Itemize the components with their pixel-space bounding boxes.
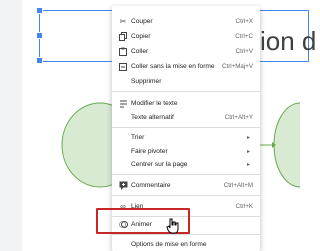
menu-item-coller[interactable]: Coller Ctrl+V — [112, 44, 260, 58]
scissors-icon: ✂ — [119, 16, 127, 26]
menu-item-coller-sans-mise-en-forme[interactable]: Coller sans la mise en forme Ctrl+Maj+V — [112, 59, 260, 73]
slide-title-text[interactable]: ion d — [260, 26, 316, 57]
submenu-arrow-icon: ▸ — [246, 148, 250, 155]
menu-item-faire-pivoter[interactable]: Faire pivoter ▸ — [112, 144, 260, 158]
menu-item-modifier-le-texte[interactable]: Modifier le texte — [112, 96, 260, 110]
menu-separator — [112, 91, 260, 92]
paste-icon — [118, 46, 128, 56]
resize-handle[interactable] — [36, 32, 43, 39]
menu-item-options-de-mise-en-forme[interactable]: Options de mise en forme — [112, 237, 260, 251]
menu-separator — [112, 127, 260, 128]
menu-item-centrer-sur-la-page[interactable]: Centrer sur la page ▸ — [112, 157, 260, 171]
edit-text-icon — [118, 98, 128, 108]
menu-item-supprimer[interactable]: Supprimer — [112, 74, 260, 88]
menu-item-commentaire[interactable]: Commentaire Ctrl+Alt+M — [112, 178, 260, 192]
hand-cursor-icon — [166, 218, 179, 234]
menu-item-trier[interactable]: Trier ▸ — [112, 130, 260, 144]
menu-separator — [112, 234, 260, 235]
submenu-arrow-icon: ▸ — [246, 134, 250, 141]
copy-icon — [118, 31, 128, 41]
comment-icon — [118, 180, 128, 190]
resize-handle[interactable] — [36, 7, 43, 14]
menu-separator — [112, 174, 260, 175]
menu-item-copier[interactable]: Copier Ctrl+C — [112, 29, 260, 43]
submenu-arrow-icon: ▸ — [246, 161, 250, 168]
menu-item-couper[interactable]: ✂ Couper Ctrl+X — [112, 14, 260, 28]
menu-separator — [112, 195, 260, 196]
resize-handle[interactable] — [36, 57, 43, 64]
paste-plain-icon — [118, 61, 128, 71]
right-circle-shape[interactable] — [273, 102, 300, 188]
menu-item-texte-alternatif[interactable]: Texte alternatif Ctrl+Alt+Y — [112, 110, 260, 124]
